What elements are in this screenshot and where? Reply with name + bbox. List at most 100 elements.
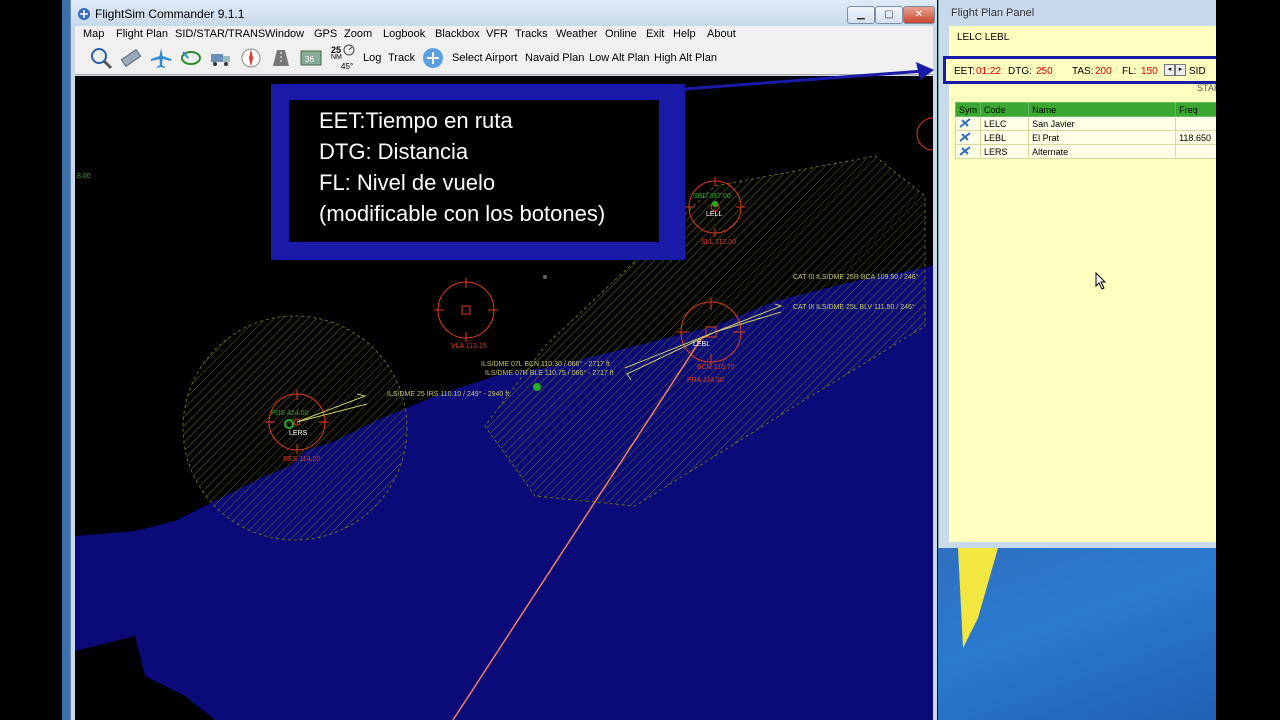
col-freq[interactable]: Freq — [1175, 102, 1217, 117]
menu-tracks[interactable]: Tracks — [515, 26, 548, 42]
maximize-button[interactable]: ▢ — [875, 6, 903, 24]
fl-value: 150 — [1141, 66, 1158, 77]
col-code[interactable]: Code — [979, 102, 1030, 117]
row-code: LERS — [979, 144, 1030, 159]
tas-value: 200 — [1095, 66, 1112, 77]
menu-help[interactable]: Help — [673, 26, 696, 42]
map-dot — [543, 275, 547, 279]
callout-line-note: (modificable con los botones) — [319, 201, 606, 226]
close-button[interactable]: ✕ — [903, 6, 935, 24]
label-pra: PRA 114.30 — [687, 377, 724, 384]
row-name: San Javier — [1028, 116, 1177, 131]
airport-select-icon[interactable] — [421, 46, 445, 70]
table-row[interactable]: LELC San Javier — [955, 116, 1217, 131]
menu-flight-plan[interactable]: Flight Plan — [116, 26, 168, 42]
fl-decrease-button[interactable]: ◂ — [1164, 64, 1175, 76]
row-freq — [1175, 116, 1217, 131]
zoom-dial-icon[interactable] — [343, 44, 355, 56]
window-title: FlightSim Commander 9.1.1 — [95, 7, 245, 21]
route-text: LELC LEBL — [957, 32, 1010, 43]
callout-line-eet: EET:Tiempo en ruta — [319, 108, 513, 133]
map-label-left: 8.00 — [77, 173, 91, 180]
fl-increase-button[interactable]: ▸ — [1175, 64, 1186, 76]
flight-info-bar: EET: 01:22 DTG: 250 TAS: 200 FL: 150 ◂ ▸… — [943, 56, 1219, 84]
row-name: El Prat — [1028, 130, 1177, 145]
track-button[interactable]: Track — [388, 52, 415, 64]
label-lebl: LEBL — [693, 341, 710, 348]
menu-window[interactable]: Window — [265, 26, 304, 42]
menu-bar: Map Flight Plan SID/STAR/TRANS Window GP… — [75, 26, 933, 42]
label-bcn: BCN 116.70 — [697, 364, 735, 371]
ruler-icon[interactable] — [119, 46, 143, 70]
row-name: Alternate — [1028, 144, 1177, 159]
menu-vfr[interactable]: VFR — [486, 26, 508, 42]
label-lell: LELL — [706, 211, 722, 218]
lers-range — [182, 315, 408, 541]
label-sll: SLL 112.00 — [701, 239, 736, 246]
table-row[interactable]: LERS Alternate — [955, 144, 1217, 159]
angle-value: 45° — [341, 62, 354, 71]
menu-map[interactable]: Map — [83, 26, 104, 42]
zoom-unit: NM — [331, 54, 342, 61]
label-ils2: ILS/DME 07R BLE 110.75 / 066° - 2717 ft — [485, 369, 614, 377]
flight-plan-panel: Flight Plan Panel LELC LEBL EET: 01:22 D… — [938, 0, 1220, 548]
row-code: LEBL — [979, 130, 1030, 145]
tas-label: TAS: — [1072, 66, 1094, 77]
row-freq — [1175, 144, 1217, 159]
menu-blackbox[interactable]: Blackbox — [435, 26, 480, 42]
holding-pattern-icon[interactable] — [179, 46, 203, 70]
minimize-button[interactable]: ▁ — [847, 6, 875, 24]
screen-border-right — [1216, 0, 1280, 720]
menu-online[interactable]: Online — [605, 26, 637, 42]
dtg-value: 250 — [1036, 66, 1053, 77]
callout-arrow — [684, 62, 934, 91]
label-sbd: SBD 367.00 — [693, 193, 731, 200]
truck-icon[interactable] — [209, 46, 233, 70]
app-logo-icon — [78, 8, 90, 20]
label-fus: FUS 424.00 — [271, 410, 308, 417]
annotation-callout: EET:Tiempo en ruta DTG: Distancia FL: Ni… — [271, 84, 685, 260]
waypoint-table: Sym Code Name Freq LELC San Javier LEBL … — [955, 102, 1217, 159]
panel-title: Flight Plan Panel — [951, 7, 1035, 19]
menu-weather[interactable]: Weather — [556, 26, 597, 42]
atc-map-icon[interactable]: 36 — [299, 46, 323, 70]
table-row[interactable]: LEBL El Prat 118.650 — [955, 130, 1217, 145]
search-navaid-icon[interactable] — [89, 46, 113, 70]
menu-gps[interactable]: GPS — [314, 26, 337, 42]
ndb-marker — [533, 383, 541, 391]
panel-body: LELC LEBL EET: 01:22 DTG: 250 TAS: 200 F… — [943, 26, 1220, 542]
runway-icon[interactable] — [269, 46, 293, 70]
ndb-marker-sbd — [712, 201, 718, 207]
col-sym[interactable]: Sym — [955, 102, 981, 117]
label-cat1: CAT III ILS/DME 25R BCA 109.50 / 246° — [793, 273, 919, 281]
menu-zoom[interactable]: Zoom — [344, 26, 372, 42]
log-button[interactable]: Log — [363, 52, 381, 64]
label-ils3: ILS/DME 25 IRS 110.10 / 249° - 2940 ft — [387, 390, 509, 398]
navaid-partial-right — [916, 117, 933, 151]
dtg-label: DTG: — [1008, 66, 1032, 77]
desktop-background-left — [0, 0, 68, 720]
col-name[interactable]: Name — [1028, 102, 1177, 117]
menu-exit[interactable]: Exit — [646, 26, 664, 42]
eet-value: 01:22 — [976, 66, 1002, 77]
airplane-icon[interactable] — [149, 46, 173, 70]
desktop-taskbar-edge — [62, 0, 70, 720]
callout-line-fl: FL: Nivel de vuelo — [319, 170, 496, 195]
menu-about[interactable]: About — [707, 26, 736, 42]
row-freq: 118.650 — [1175, 130, 1217, 145]
airport-symbol-icon — [955, 144, 981, 159]
title-bar[interactable]: FlightSim Commander 9.1.1 ▁ ▢ ✕ — [71, 0, 937, 28]
navaid-plan-button[interactable]: Navaid Plan — [525, 52, 584, 64]
label-vla: VLA 113.15 — [451, 343, 487, 350]
callout-line-dtg: DTG: Distancia — [319, 139, 469, 164]
sid-button[interactable]: SID — [1189, 66, 1206, 77]
label-lers: LERS — [289, 430, 308, 437]
label-ils1: ILS/DME 07L BCN 110.30 / 066° - 2717 ft — [481, 360, 610, 368]
airport-symbol-icon — [955, 116, 981, 131]
navaid-vla — [434, 278, 498, 342]
select-airport-button[interactable]: Select Airport — [452, 52, 517, 64]
menu-logbook[interactable]: Logbook — [383, 26, 425, 42]
compass-icon[interactable] — [239, 46, 263, 70]
low-alt-plan-button[interactable]: Low Alt Plan — [589, 52, 650, 64]
menu-sid-star-trans[interactable]: SID/STAR/TRANS — [175, 26, 265, 42]
